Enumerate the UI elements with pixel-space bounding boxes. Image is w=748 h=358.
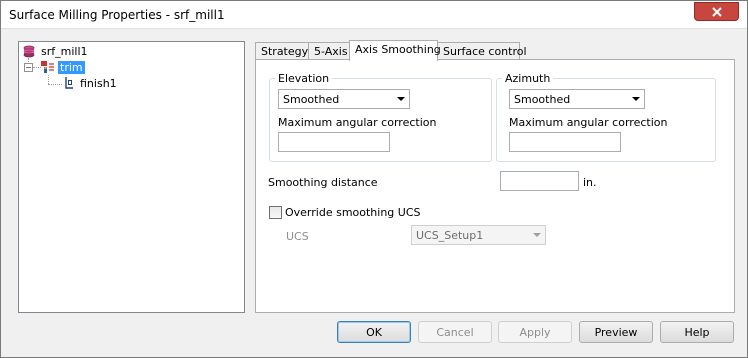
ok-button[interactable]: OK bbox=[337, 321, 411, 343]
tree-connector bbox=[48, 75, 49, 84]
elevation-max-correction-label: Maximum angular correction bbox=[278, 116, 437, 129]
database-icon bbox=[23, 45, 35, 57]
preview-button[interactable]: Preview bbox=[579, 321, 653, 343]
tree-label-trim: trim bbox=[58, 60, 85, 74]
help-button[interactable]: Help bbox=[660, 321, 734, 343]
tab-strategy[interactable]: Strategy bbox=[255, 42, 309, 60]
window-title: Surface Milling Properties - srf_mill1 bbox=[9, 8, 225, 22]
tree-node-finish[interactable]: finish1 bbox=[63, 75, 117, 91]
azimuth-mode-value: Smoothed bbox=[514, 93, 571, 106]
collapse-toggle[interactable]: − bbox=[24, 63, 33, 72]
tab-axis-smoothing[interactable]: Axis Smoothing bbox=[349, 40, 441, 61]
tree-node-root[interactable]: srf_mill1 bbox=[23, 43, 88, 59]
dropdown-arrow-icon bbox=[533, 233, 541, 237]
elevation-max-correction-input[interactable] bbox=[278, 132, 390, 152]
ucs-select[interactable]: UCS_Setup1 bbox=[411, 225, 546, 245]
operation-tree[interactable]: srf_mill1 − trim finish1 bbox=[18, 41, 245, 313]
azimuth-max-correction-input[interactable] bbox=[509, 132, 621, 152]
trim-operation-icon bbox=[41, 61, 54, 73]
smoothing-distance-unit: in. bbox=[583, 176, 597, 189]
tab-surface-control[interactable]: Surface control bbox=[437, 42, 527, 60]
elevation-mode-value: Smoothed bbox=[283, 93, 340, 106]
tree-label-root: srf_mill1 bbox=[41, 44, 88, 58]
tree-label-finish: finish1 bbox=[80, 76, 117, 90]
tab-5-axis[interactable]: 5-Axis bbox=[308, 42, 350, 60]
ucs-label: UCS bbox=[286, 230, 309, 243]
override-ucs-label[interactable]: Override smoothing UCS bbox=[285, 206, 421, 219]
smoothing-distance-label: Smoothing distance bbox=[268, 176, 378, 189]
axis-smoothing-panel: Elevation Smoothed Maximum angular corre… bbox=[255, 59, 735, 313]
close-button[interactable] bbox=[694, 2, 739, 21]
ucs-value: UCS_Setup1 bbox=[416, 229, 484, 242]
toolpath-icon bbox=[65, 77, 73, 89]
tree-connector bbox=[48, 84, 62, 85]
cancel-button[interactable]: Cancel bbox=[418, 321, 492, 343]
azimuth-mode-select[interactable]: Smoothed bbox=[509, 89, 645, 109]
title-bar[interactable]: Surface Milling Properties - srf_mill1 bbox=[1, 1, 747, 29]
override-ucs-checkbox[interactable] bbox=[269, 206, 282, 219]
dialog-window: Surface Milling Properties - srf_mill1 s… bbox=[0, 0, 748, 358]
smoothing-distance-input[interactable] bbox=[500, 171, 579, 191]
azimuth-max-correction-label: Maximum angular correction bbox=[509, 116, 668, 129]
tree-node-trim[interactable]: trim bbox=[40, 59, 85, 75]
close-icon bbox=[711, 6, 722, 17]
apply-button[interactable]: Apply bbox=[498, 321, 572, 343]
dropdown-arrow-icon bbox=[397, 97, 405, 101]
dropdown-arrow-icon bbox=[632, 97, 640, 101]
azimuth-group-title: Azimuth bbox=[502, 72, 554, 85]
elevation-mode-select[interactable]: Smoothed bbox=[278, 89, 410, 109]
elevation-group-title: Elevation bbox=[275, 72, 333, 85]
